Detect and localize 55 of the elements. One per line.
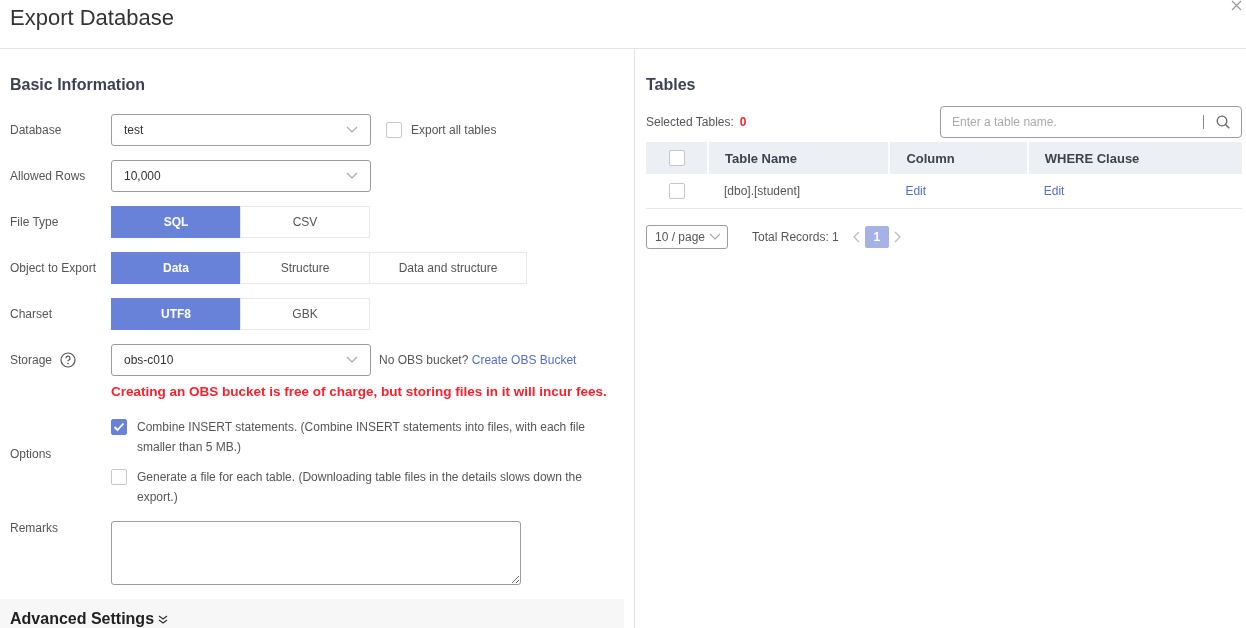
edit-link[interactable]: Edit	[1043, 184, 1065, 198]
field-label: Allowed Rows	[10, 169, 87, 183]
segment-option[interactable]: Data and structure	[369, 252, 527, 284]
selected-count: 0	[739, 115, 747, 129]
checkbox[interactable]	[111, 469, 127, 485]
selected-tables-label: Selected Tables:	[646, 115, 734, 129]
search-field[interactable]: Enter a table name.	[940, 106, 1242, 138]
edit-link[interactable]: Edit	[905, 184, 927, 198]
create-bucket-link[interactable]: Create OBS Bucket	[471, 353, 577, 367]
checkbox[interactable]	[386, 122, 402, 138]
segment-option[interactable]: CSV	[240, 206, 370, 238]
column-header: Column	[889, 142, 1028, 174]
option-text: Generate a file for each table. (Downloading table files in the details slows down the export.)	[137, 469, 583, 506]
section-heading: Tables	[646, 76, 697, 94]
segment-option[interactable]: UTF8	[111, 298, 241, 330]
total-records: Total Records: 1	[752, 230, 839, 244]
remarks-field[interactable]	[111, 521, 521, 585]
search-icon[interactable]	[1216, 115, 1230, 129]
allowed-rows-select[interactable]: 10,000	[111, 160, 371, 192]
segment-option[interactable]: Data	[111, 252, 241, 284]
segment-option[interactable]: Structure	[240, 252, 370, 284]
chevron-right-icon[interactable]	[892, 231, 901, 243]
field-label: Options	[10, 447, 53, 461]
checkbox[interactable]	[668, 150, 685, 167]
field-label: Charset	[10, 307, 54, 321]
chevron-down-icon	[709, 233, 722, 241]
option-text: Combine INSERT statements. (Combine INSERT statements into files, with each file smaller than 5 MB.)	[137, 419, 586, 456]
column-header: WHERE Clause	[1027, 142, 1242, 174]
hint-text: No OBS bucket?	[379, 353, 469, 367]
storage-select[interactable]: obs-c010	[111, 344, 371, 376]
table-cell: [dbo].[student]	[708, 174, 890, 209]
field-label: File Type	[10, 215, 60, 229]
chevron-down-icon	[346, 356, 358, 364]
segment-option[interactable]: GBK	[240, 298, 370, 330]
field-label: Storage	[10, 353, 53, 367]
checkbox[interactable]	[111, 419, 127, 435]
chevron-down-icon	[346, 126, 358, 134]
field-label: Object to Export	[10, 261, 98, 275]
warning-text: Creating an OBS bucket is free of charge, but storing files in it will incur fees.	[111, 384, 608, 399]
column-header: Table Name	[708, 142, 890, 174]
section-heading: Advanced Settings	[10, 610, 155, 628]
advanced-settings-bar[interactable]: Advanced Settings	[0, 599, 624, 628]
field-label: Database	[10, 123, 63, 137]
checkbox-label: Export all tables	[411, 123, 497, 137]
help-icon[interactable]	[60, 352, 77, 368]
checkbox[interactable]	[669, 183, 685, 199]
database-select[interactable]: test	[111, 114, 371, 146]
dialog-title: Export Database	[10, 5, 174, 31]
chevron-down-icon	[346, 172, 358, 180]
field-label: Remarks	[10, 521, 59, 535]
page-size-select[interactable]: 10 / page	[646, 225, 729, 249]
segment-option[interactable]: SQL	[111, 206, 241, 238]
chevron-left-icon[interactable]	[852, 231, 861, 243]
close-icon[interactable]	[1231, 0, 1242, 11]
section-heading: Basic Information	[10, 76, 147, 94]
